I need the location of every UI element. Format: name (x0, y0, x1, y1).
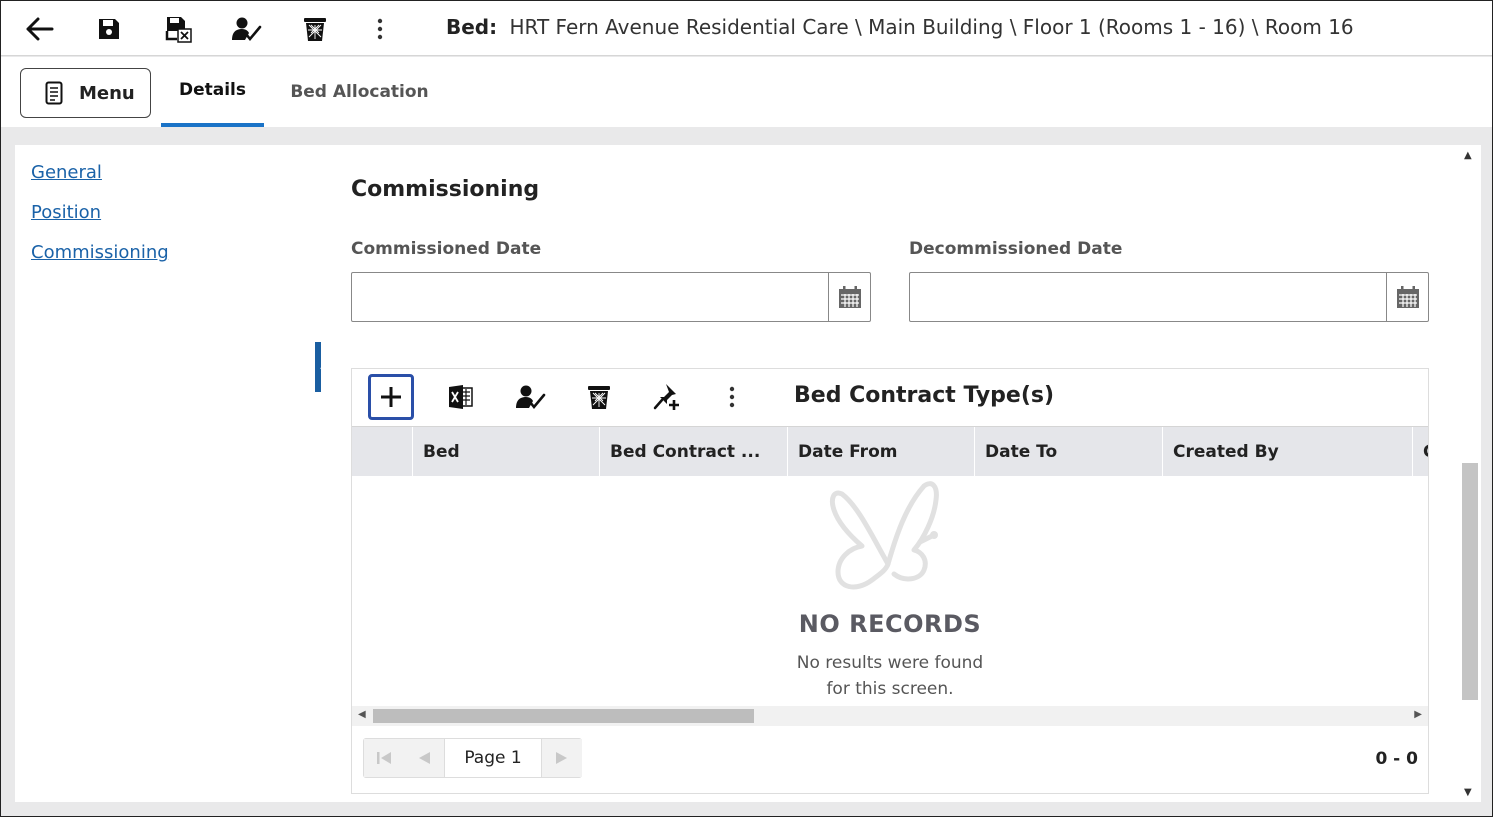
empty-state: NO RECORDS No results were found for thi… (352, 476, 1428, 706)
column-header-created-by[interactable]: Created By (1162, 427, 1412, 477)
delete-icon[interactable] (295, 9, 335, 49)
nav-link-commissioning[interactable]: Commissioning (31, 242, 169, 263)
record-count: 0 - 0 (1375, 749, 1418, 769)
horizontal-scroll-thumb[interactable] (373, 709, 754, 723)
calendar-icon[interactable] (828, 273, 870, 321)
nav-link-position[interactable]: Position (31, 202, 101, 223)
empty-message-line-1: No results were found (796, 653, 984, 673)
column-header-date-from[interactable]: Date From (787, 427, 974, 477)
empty-message-line-2: for this screen. (826, 679, 954, 699)
menu-label: Menu (79, 82, 135, 104)
back-arrow-icon[interactable] (20, 9, 60, 49)
page-title: Bed: HRT Fern Avenue Residential Care \ … (446, 15, 1354, 39)
menu-button[interactable]: Menu (20, 68, 151, 118)
calendar-icon[interactable] (1386, 273, 1428, 321)
commissioned-date-field (351, 272, 871, 322)
page-indicator: Page 1 (444, 739, 542, 777)
column-header-bed-contract[interactable]: Bed Contract ... (599, 427, 787, 477)
commissioned-date-input[interactable] (352, 273, 828, 321)
horizontal-scrollbar[interactable]: ◀ ▶ (352, 706, 1428, 726)
vertical-scrollbar[interactable]: ▲ ▼ (1459, 145, 1481, 802)
column-header-select[interactable] (352, 427, 412, 477)
scroll-right-arrow-icon[interactable]: ▶ (1414, 709, 1422, 720)
app-window: Bed: HRT Fern Avenue Residential Care \ … (0, 0, 1493, 817)
assign-user-icon[interactable] (508, 374, 554, 420)
decommissioned-date-field (909, 272, 1429, 322)
title-path: HRT Fern Avenue Residential Care \ Main … (509, 15, 1354, 39)
commissioned-date-label: Commissioned Date (351, 239, 542, 259)
pin-add-icon[interactable] (644, 374, 690, 420)
pager: Page 1 (363, 738, 582, 778)
section-title: Commissioning (351, 177, 540, 202)
scroll-left-arrow-icon[interactable]: ◀ (358, 709, 366, 720)
decommissioned-date-label: Decommissioned Date (909, 239, 1123, 259)
grid-title: Bed Contract Type(s) (794, 383, 1055, 408)
main-panel: Commissioning Commissioned Date Decommis… (321, 145, 1459, 802)
empty-message: No results were found for this screen. (352, 650, 1428, 702)
delete-icon[interactable] (576, 374, 622, 420)
bed-contract-types-grid: Bed Contract Type(s) Bed Bed Contract ..… (351, 368, 1429, 794)
more-vert-icon[interactable] (709, 374, 755, 420)
title-label: Bed: (446, 15, 498, 39)
tab-details[interactable]: Details (161, 57, 264, 127)
tab-bed-allocation[interactable]: Bed Allocation (282, 57, 437, 127)
save-icon[interactable] (89, 9, 129, 49)
section-nav: General Position Commissioning (15, 145, 321, 802)
previous-page-icon[interactable] (404, 739, 444, 777)
add-icon[interactable] (368, 374, 414, 420)
scroll-down-arrow-icon[interactable]: ▼ (1464, 787, 1472, 798)
decommissioned-date-input[interactable] (910, 273, 1386, 321)
assign-user-icon[interactable] (227, 9, 267, 49)
top-toolbar: Bed: HRT Fern Avenue Residential Care \ … (1, 1, 1492, 56)
nav-link-general[interactable]: General (31, 162, 102, 183)
excel-export-icon[interactable] (438, 374, 484, 420)
grid-header: Bed Bed Contract ... Date From Date To C… (352, 426, 1428, 477)
scroll-up-arrow-icon[interactable]: ▲ (1464, 150, 1472, 161)
column-header-date-to[interactable]: Date To (974, 427, 1162, 477)
tab-bar: Menu Details Bed Allocation (1, 57, 1492, 127)
butterfly-icon (829, 481, 939, 590)
next-page-icon[interactable] (542, 739, 582, 777)
first-page-icon[interactable] (364, 739, 404, 777)
empty-title: NO RECORDS (798, 610, 982, 638)
save-close-icon[interactable] (159, 9, 199, 49)
column-header-bed[interactable]: Bed (412, 427, 599, 477)
grid-toolbar: Bed Contract Type(s) (352, 369, 1428, 425)
vertical-scroll-thumb[interactable] (1462, 463, 1478, 700)
column-header-truncated[interactable]: C (1412, 427, 1428, 477)
list-document-icon (45, 81, 63, 105)
more-vert-icon[interactable] (360, 9, 400, 49)
